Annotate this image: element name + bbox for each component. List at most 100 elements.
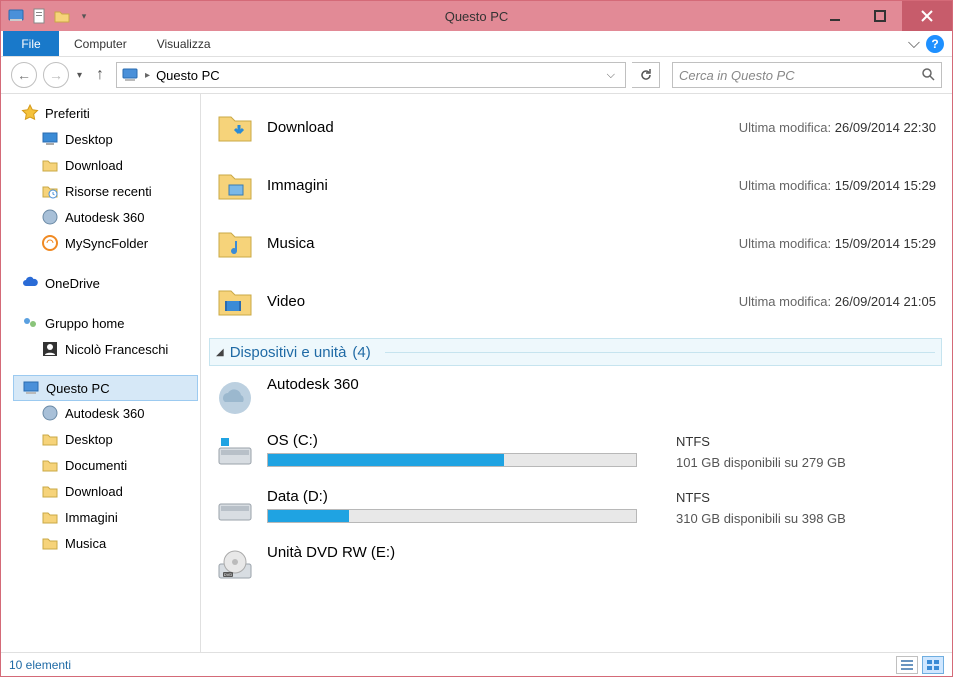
item-name: Immagini xyxy=(267,177,328,194)
tree-label: Musica xyxy=(65,536,106,551)
folder-icon xyxy=(41,508,59,526)
tree-item-download[interactable]: Download xyxy=(1,152,200,178)
item-meta: Ultima modifica: 15/09/2014 15:29 xyxy=(739,178,936,193)
usage-bar xyxy=(267,509,637,523)
status-text: 10 elementi xyxy=(9,658,71,672)
view-tiles-button[interactable] xyxy=(922,656,944,674)
drive-free: 310 GB disponibili su 398 GB xyxy=(676,511,936,526)
tree-onedrive[interactable]: OneDrive xyxy=(1,270,200,296)
close-button[interactable] xyxy=(902,1,952,31)
tree-gruppo-home[interactable]: Gruppo home xyxy=(1,310,200,336)
navigation-bar: ← → ▾ ↑ ▸ Questo PC ⌵ Cerca in Questo PC xyxy=(1,57,952,93)
up-button[interactable]: ↑ xyxy=(90,65,110,85)
tree-label: Autodesk 360 xyxy=(65,210,145,225)
sync-icon xyxy=(41,234,59,252)
list-item[interactable]: Data (D:) NTFS 310 GB disponibili su 398… xyxy=(209,482,942,538)
back-button[interactable]: ← xyxy=(11,62,37,88)
tree-group-favorites: Preferiti Desktop Download Risorse recen… xyxy=(1,100,200,256)
folder-music-icon xyxy=(215,223,255,263)
title-bar: ▾ Questo PC xyxy=(1,1,952,31)
qat-properties-icon[interactable] xyxy=(31,7,49,25)
folder-images-icon xyxy=(215,165,255,205)
refresh-button[interactable] xyxy=(632,62,660,88)
list-item[interactable]: Musica Ultima modifica: 15/09/2014 15:29 xyxy=(209,214,942,272)
tree-item-autodesk360[interactable]: Autodesk 360 xyxy=(1,204,200,230)
history-dropdown-icon[interactable]: ▾ xyxy=(75,70,84,81)
tree-label: Preferiti xyxy=(45,106,90,121)
list-item[interactable]: DVD Unità DVD RW (E:) xyxy=(209,538,942,594)
address-dropdown-icon[interactable]: ⌵ xyxy=(601,69,621,82)
item-name: Unità DVD RW (E:) xyxy=(267,544,664,561)
tree-item-risorse-recenti[interactable]: Risorse recenti xyxy=(1,178,200,204)
pc-icon xyxy=(22,379,40,397)
tree-label: Download xyxy=(65,484,123,499)
minimize-button[interactable] xyxy=(812,1,857,31)
tree-item-desktop-pc[interactable]: Desktop xyxy=(1,426,200,452)
tree-favorites[interactable]: Preferiti xyxy=(1,100,200,126)
tree-label: Nicolò Franceschi xyxy=(65,342,168,357)
tree-label: Risorse recenti xyxy=(65,184,152,199)
tree-questo-pc[interactable]: Questo PC xyxy=(13,375,198,401)
tree-label: Desktop xyxy=(65,132,113,147)
search-input[interactable]: Cerca in Questo PC xyxy=(672,62,942,88)
tree-group-homegroup: Gruppo home Nicolò Franceschi xyxy=(1,310,200,362)
item-name: Data (D:) xyxy=(267,488,664,505)
cloud-icon xyxy=(21,274,39,292)
tab-file[interactable]: File xyxy=(3,31,59,56)
ribbon-collapse-icon[interactable]: ⌵ xyxy=(908,35,920,53)
group-header-devices[interactable]: ◢ Dispositivi e unità (4) xyxy=(209,338,942,366)
tree-item-documenti[interactable]: Documenti xyxy=(1,452,200,478)
tab-computer[interactable]: Computer xyxy=(59,31,142,56)
pc-icon xyxy=(121,66,139,84)
list-item[interactable]: Download Ultima modifica: 26/09/2014 22:… xyxy=(209,98,942,156)
navigation-pane[interactable]: Preferiti Desktop Download Risorse recen… xyxy=(1,94,201,652)
search-icon xyxy=(921,67,935,84)
drive-fs: NTFS xyxy=(676,434,936,449)
tree-item-autodesk360-pc[interactable]: Autodesk 360 xyxy=(1,400,200,426)
list-item[interactable]: Immagini Ultima modifica: 15/09/2014 15:… xyxy=(209,156,942,214)
tree-label: Gruppo home xyxy=(45,316,125,331)
quick-access-toolbar: ▾ xyxy=(31,7,93,25)
tree-item-user[interactable]: Nicolò Franceschi xyxy=(1,336,200,362)
content-pane[interactable]: Download Ultima modifica: 26/09/2014 22:… xyxy=(201,94,952,652)
tree-item-immagini[interactable]: Immagini xyxy=(1,504,200,530)
ribbon: File Computer Visualizza ⌵ ? xyxy=(1,31,952,57)
svg-text:DVD: DVD xyxy=(224,572,233,577)
breadcrumb-thispc[interactable]: Questo PC xyxy=(156,68,220,83)
tree-item-desktop[interactable]: Desktop xyxy=(1,126,200,152)
autodesk-icon xyxy=(41,404,59,422)
folder-download-icon xyxy=(215,107,255,147)
tree-item-mysyncfolder[interactable]: MySyncFolder xyxy=(1,230,200,256)
body: Preferiti Desktop Download Risorse recen… xyxy=(1,93,952,652)
help-icon[interactable]: ? xyxy=(926,35,944,53)
qat-dropdown-icon[interactable]: ▾ xyxy=(75,7,93,25)
recent-icon xyxy=(41,182,59,200)
ribbon-right: ⌵ ? xyxy=(908,31,952,56)
tree-item-download-pc[interactable]: Download xyxy=(1,478,200,504)
tree-label: Documenti xyxy=(65,458,127,473)
tab-visualizza[interactable]: Visualizza xyxy=(142,31,226,56)
explorer-window: ▾ Questo PC File Computer Visualizza ⌵ ?… xyxy=(0,0,953,677)
list-item[interactable]: Autodesk 360 xyxy=(209,370,942,426)
item-name: Musica xyxy=(267,235,315,252)
person-icon xyxy=(41,340,59,358)
tree-item-musica[interactable]: Musica xyxy=(1,530,200,556)
star-icon xyxy=(21,104,39,122)
view-details-button[interactable] xyxy=(896,656,918,674)
folder-icon xyxy=(41,534,59,552)
autodesk-cloud-icon xyxy=(215,378,255,418)
folder-icon xyxy=(41,456,59,474)
list-item[interactable]: OS (C:) NTFS 101 GB disponibili su 279 G… xyxy=(209,426,942,482)
item-name: OS (C:) xyxy=(267,432,664,449)
list-item[interactable]: Video Ultima modifica: 26/09/2014 21:05 xyxy=(209,272,942,330)
address-bar[interactable]: ▸ Questo PC ⌵ xyxy=(116,62,626,88)
usage-bar xyxy=(267,453,637,467)
system-menu-icon[interactable] xyxy=(7,7,25,25)
dvd-drive-icon: DVD xyxy=(215,546,255,586)
desktop-icon xyxy=(41,130,59,148)
forward-button[interactable]: → xyxy=(43,62,69,88)
qat-newfolder-icon[interactable] xyxy=(53,7,71,25)
tree-label: Autodesk 360 xyxy=(65,406,145,421)
maximize-button[interactable] xyxy=(857,1,902,31)
search-placeholder: Cerca in Questo PC xyxy=(679,68,795,83)
